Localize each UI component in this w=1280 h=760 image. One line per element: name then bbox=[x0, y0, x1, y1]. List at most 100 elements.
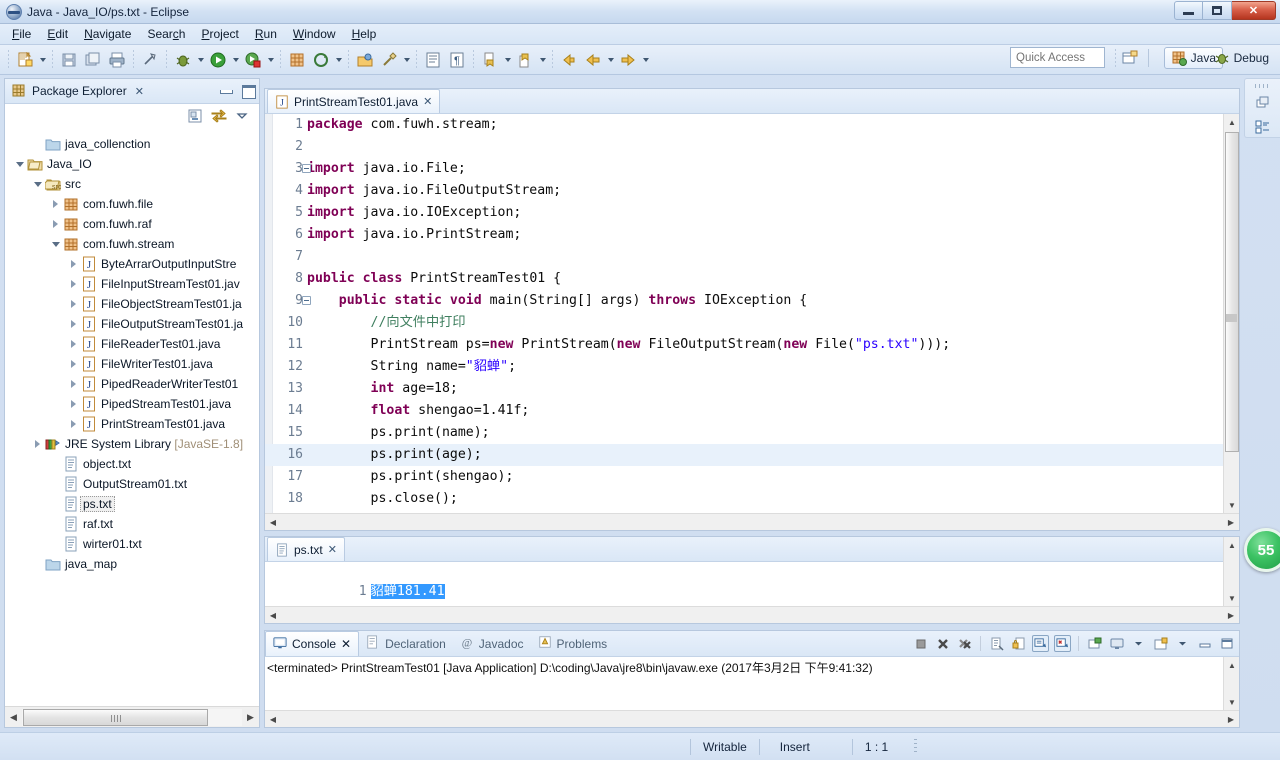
outline-icon[interactable] bbox=[1254, 118, 1272, 136]
scroll-thumb[interactable] bbox=[1225, 132, 1239, 452]
display-console-dropdown-icon[interactable] bbox=[1130, 635, 1147, 652]
remove-launch-icon[interactable] bbox=[934, 635, 951, 652]
code-line[interactable]: 17 ps.print(shengao); bbox=[265, 466, 1223, 488]
chevron-closed-icon[interactable] bbox=[67, 357, 81, 371]
code-line[interactable]: 2 bbox=[265, 136, 1223, 158]
scroll-right-icon[interactable]: ▶ bbox=[242, 709, 259, 726]
tree-item-com-fuwh-raf[interactable]: com.fuwh.raf bbox=[5, 214, 259, 234]
next-annotation-button[interactable] bbox=[479, 49, 501, 71]
scroll-right-icon[interactable]: ▶ bbox=[1223, 607, 1239, 623]
tree-item-pipedstreamtest01-java[interactable]: J PipedStreamTest01.java bbox=[5, 394, 259, 414]
drag-handle-icon[interactable] bbox=[1254, 84, 1271, 88]
run-dropdown[interactable] bbox=[230, 49, 241, 71]
overview-marker[interactable] bbox=[1226, 314, 1237, 322]
back-button[interactable] bbox=[558, 49, 580, 71]
text-editor-vertical-scrollbar[interactable]: ▲ ▼ bbox=[1223, 537, 1239, 606]
tree-item-java-map[interactable]: java_map bbox=[5, 554, 259, 574]
menu-navigate[interactable]: Navigate bbox=[76, 25, 139, 43]
editor-tab-printstreamtest01[interactable]: J PrintStreamTest01.java ✕ bbox=[267, 89, 441, 113]
perspective-debug-button[interactable]: Debug bbox=[1208, 47, 1275, 69]
code-line[interactable]: 3 import java.io.File; bbox=[265, 158, 1223, 180]
debug-dropdown[interactable] bbox=[195, 49, 206, 71]
chevron-closed-icon[interactable] bbox=[67, 317, 81, 331]
forward-dropdown[interactable] bbox=[640, 49, 651, 71]
scroll-left-icon[interactable]: ◀ bbox=[265, 711, 281, 727]
tree-item-filewritertest01-java[interactable]: J FileWriterTest01.java bbox=[5, 354, 259, 374]
console-tab-problems[interactable]: Problems bbox=[531, 631, 615, 656]
pin-console-icon[interactable] bbox=[1086, 635, 1103, 652]
console-vertical-scrollbar[interactable]: ▲ ▼ bbox=[1223, 657, 1239, 710]
restore-icon[interactable] bbox=[1254, 94, 1272, 112]
tree-item-fileobjectstreamtest01-ja[interactable]: J FileObjectStreamTest01.ja bbox=[5, 294, 259, 314]
close-icon[interactable]: ✕ bbox=[135, 85, 144, 98]
open-type-dropdown[interactable] bbox=[333, 49, 344, 71]
tree-item-ps-txt[interactable]: ps.txt bbox=[5, 494, 259, 514]
new-wizard-dropdown[interactable] bbox=[37, 49, 48, 71]
run-button[interactable] bbox=[207, 49, 229, 71]
clear-console-icon[interactable] bbox=[988, 635, 1005, 652]
text-editor-content[interactable]: 1 貂蝉181.41 bbox=[265, 562, 1223, 606]
chevron-closed-icon[interactable] bbox=[67, 257, 81, 271]
menu-window[interactable]: Window bbox=[285, 25, 344, 43]
toggle-whitespace-button[interactable]: ¶ bbox=[446, 49, 468, 71]
text-editor-horizontal-scrollbar[interactable]: ◀ ▶ bbox=[265, 606, 1239, 623]
scroll-thumb[interactable] bbox=[23, 708, 208, 726]
maximize-icon[interactable] bbox=[241, 83, 256, 99]
minimize-icon[interactable] bbox=[219, 83, 233, 97]
chevron-closed-icon[interactable] bbox=[31, 437, 45, 451]
tree-item-fileoutputstreamtest01-ja[interactable]: J FileOutputStreamTest01.ja bbox=[5, 314, 259, 334]
run-external-tools-button[interactable] bbox=[242, 49, 264, 71]
scroll-down-icon[interactable]: ▼ bbox=[1224, 590, 1240, 606]
view-menu-icon[interactable] bbox=[235, 109, 249, 126]
tree-item-wirter01-txt[interactable]: wirter01.txt bbox=[5, 534, 259, 554]
tree-item-pipedreaderwritertest01[interactable]: J PipedReaderWriterTest01 bbox=[5, 374, 259, 394]
code-editor-text[interactable]: 1 package com.fuwh.stream; 2 3 import java.i… bbox=[265, 114, 1223, 513]
save-button[interactable] bbox=[58, 49, 80, 71]
code-line[interactable]: 13 int age=18; bbox=[265, 378, 1223, 400]
previous-annotation-dropdown[interactable] bbox=[537, 49, 548, 71]
menu-run[interactable]: Run bbox=[247, 25, 285, 43]
scroll-up-icon[interactable]: ▲ bbox=[1224, 657, 1240, 673]
scroll-up-icon[interactable]: ▲ bbox=[1224, 537, 1240, 553]
scroll-track[interactable] bbox=[22, 708, 242, 726]
chevron-closed-icon[interactable] bbox=[49, 217, 63, 231]
chevron-closed-icon[interactable] bbox=[67, 417, 81, 431]
open-task-button[interactable] bbox=[354, 49, 376, 71]
scroll-track[interactable] bbox=[281, 711, 1223, 727]
scroll-track[interactable] bbox=[281, 607, 1223, 623]
tree-item-src[interactable]: src src bbox=[5, 174, 259, 194]
code-line[interactable]: 11 PrintStream ps=new PrintStream(new Fi… bbox=[265, 334, 1223, 356]
scroll-left-icon[interactable]: ◀ bbox=[265, 607, 281, 623]
scroll-left-icon[interactable]: ◀ bbox=[5, 709, 22, 726]
display-console-icon[interactable] bbox=[1108, 635, 1125, 652]
code-line[interactable]: 8 public class PrintStreamTest01 { bbox=[265, 268, 1223, 290]
code-line[interactable]: 16 ps.print(age); bbox=[265, 444, 1223, 466]
chevron-open-icon[interactable] bbox=[13, 157, 27, 171]
console-tab-console[interactable]: Console ✕ bbox=[265, 631, 360, 656]
tree-item-com-fuwh-file[interactable]: com.fuwh.file bbox=[5, 194, 259, 214]
code-line[interactable]: 15 ps.print(name); bbox=[265, 422, 1223, 444]
new-wizard-button[interactable] bbox=[14, 49, 36, 71]
tree-item-java-collenction[interactable]: java_collenction bbox=[5, 134, 259, 154]
close-icon[interactable]: ✕ bbox=[341, 637, 351, 651]
terminate-icon[interactable] bbox=[912, 635, 929, 652]
close-icon[interactable]: ✕ bbox=[423, 95, 432, 108]
link-with-editor-icon[interactable] bbox=[211, 108, 227, 127]
minimize-button[interactable] bbox=[1174, 1, 1203, 20]
code-line[interactable]: 1 package com.fuwh.stream; bbox=[265, 114, 1223, 136]
console-tab-declaration[interactable]: Declaration bbox=[359, 631, 453, 656]
save-all-button[interactable] bbox=[82, 49, 104, 71]
menu-project[interactable]: Project bbox=[193, 25, 246, 43]
code-line[interactable]: 12 String name="貂蝉"; bbox=[265, 356, 1223, 378]
tree-item-object-txt[interactable]: object.txt bbox=[5, 454, 259, 474]
fold-collapse-icon[interactable] bbox=[302, 164, 311, 173]
close-button[interactable]: ✕ bbox=[1232, 1, 1276, 20]
maximize-button[interactable] bbox=[1203, 1, 1232, 20]
previous-annotation-button[interactable] bbox=[514, 49, 536, 71]
close-icon[interactable]: ✕ bbox=[328, 543, 337, 556]
open-type-button[interactable] bbox=[310, 49, 332, 71]
code-line[interactable]: 14 float shengao=1.41f; bbox=[265, 400, 1223, 422]
scroll-down-icon[interactable]: ▼ bbox=[1224, 497, 1240, 513]
menu-file[interactable]: File bbox=[4, 25, 39, 43]
tree-item-java-io[interactable]: Java_IO bbox=[5, 154, 259, 174]
